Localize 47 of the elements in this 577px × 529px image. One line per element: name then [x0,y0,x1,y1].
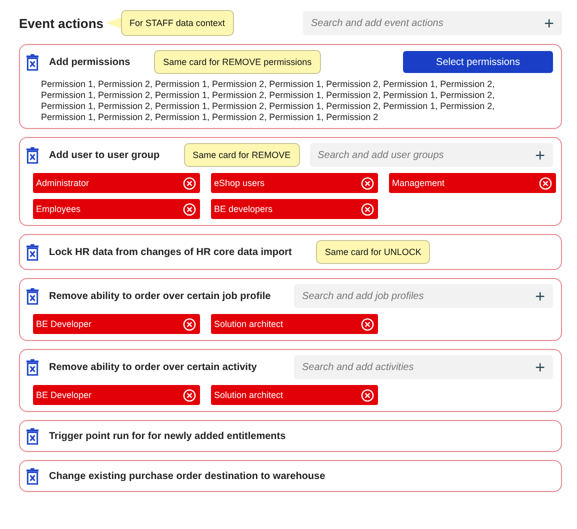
permissions-text: Permission 1, Permission 2, Permission 1, Permission 2, Permission 1, Permission 2, Permission 1, Permission 2, Permission 1, Permission 2, Permission 1, Permission 2, Permission 1, Permission 2, Permission 1, Permission 2, Permission 1, Permission 2, Permission 1, Permission 2, Permission 1, Permission 2, Permission 1, Permission 2, Permission 1, Permission 2, Permission 1, Permission 2, Permission 1, Permission 2 [41,79,496,123]
search-field[interactable]: Search and add event actions + [303,11,562,35]
trash-icon[interactable] [26,428,39,444]
sticky-note: Same card for REMOVE permissions [154,50,321,74]
chip-label: BE Developer [36,390,92,400]
remove-icon[interactable] [183,202,196,216]
search-field[interactable]: Search and add user groups + [310,143,553,167]
trash-icon[interactable] [26,468,39,484]
trash-icon[interactable] [26,146,39,164]
chip-label: Administrator [36,178,90,188]
card-title: Remove ability to order over certain activity [49,362,257,372]
chip-label: BE developers [214,204,273,214]
chip-label: Solution architect [214,390,284,400]
card-title: Add permissions [49,56,130,68]
add-button[interactable]: + [535,146,545,164]
search-field[interactable]: Search and add activities + [294,355,553,379]
select-button[interactable]: Select permissions [403,51,553,73]
page-title: Event actions [19,16,104,30]
remove-icon[interactable] [183,388,196,402]
trash-icon[interactable] [26,54,39,70]
card-title: Trigger point run for for newly added entitlements [49,430,286,442]
remove-icon[interactable] [183,318,196,330]
chip-label: Solution architect [214,319,284,329]
search-field[interactable]: Search and add job profiles + [294,284,553,308]
add-button[interactable]: + [535,288,545,304]
add-button[interactable]: + [535,358,545,376]
card-title: Remove ability to order over certain job profile [49,290,271,302]
remove-icon[interactable] [361,176,374,190]
chip-label: BE Developer [36,319,92,329]
sticky-note: Same card for UNLOCK [316,240,430,264]
card-title: Change existing purchase order destination to warehouse [49,470,326,482]
remove-icon[interactable] [361,202,374,216]
chip-label: Management [392,178,445,188]
card-title: Lock HR data from changes of HR core data import [49,246,292,258]
add-button[interactable]: + [544,14,554,32]
trash-icon[interactable] [26,288,39,304]
sticky-note: For STAFF data context [120,10,234,36]
trash-icon[interactable] [26,244,39,260]
remove-icon[interactable] [361,388,374,402]
remove-icon[interactable] [183,176,196,190]
remove-icon[interactable] [539,176,552,190]
chip-label: Employees [36,204,81,214]
card-title: Add user to user group [49,150,160,160]
remove-icon[interactable] [361,318,374,330]
trash-icon[interactable] [26,358,39,376]
sticky-note: Same card for REMOVE [184,143,300,167]
chip-label: eShop users [214,178,265,188]
